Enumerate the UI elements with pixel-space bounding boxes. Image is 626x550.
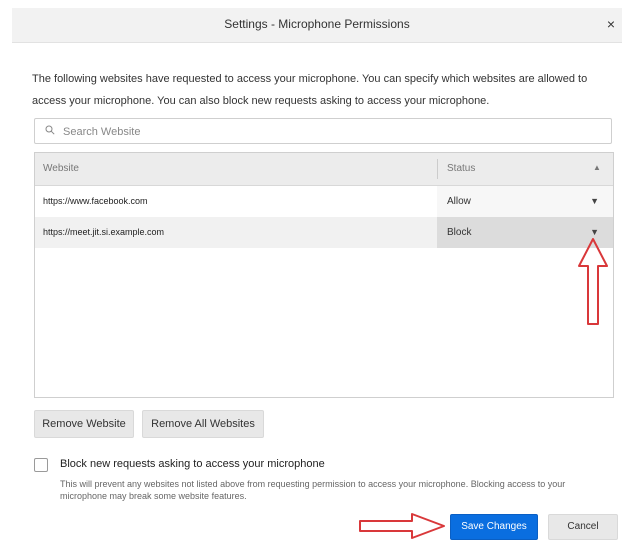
table-header: Website Status ▲ xyxy=(35,153,613,186)
column-header-website: Website xyxy=(43,163,79,174)
remove-website-button[interactable]: Remove Website xyxy=(34,410,134,438)
sort-icon[interactable]: ▲ xyxy=(593,163,601,172)
cancel-button[interactable]: Cancel xyxy=(548,514,618,540)
website-url: https://meet.jit.si.example.com xyxy=(43,227,165,237)
column-header-status: Status xyxy=(447,163,476,174)
column-divider xyxy=(437,159,438,179)
chevron-down-icon[interactable]: ▼ xyxy=(590,196,599,206)
save-changes-button[interactable]: Save Changes xyxy=(450,514,538,540)
block-requests-label: Block new requests asking to access your… xyxy=(60,458,325,470)
status-dropdown[interactable]: Allow ▼ xyxy=(437,186,613,217)
status-value: Allow xyxy=(447,196,471,207)
arrow-right-annotation xyxy=(359,513,445,539)
permissions-dialog: Settings - Microphone Permissions × The … xyxy=(0,0,626,550)
status-dropdown[interactable]: Block ▼ xyxy=(437,217,613,248)
block-requests-description: This will prevent any websites not liste… xyxy=(60,479,566,501)
website-url: https://www.facebook.com xyxy=(43,196,148,206)
search-input[interactable] xyxy=(61,122,605,142)
search-icon xyxy=(45,125,55,135)
table-row[interactable]: https://meet.jit.si.example.com Block ▼ xyxy=(35,217,613,248)
description-text: The following websites have requested to… xyxy=(32,73,588,107)
search-box[interactable] xyxy=(34,118,612,144)
block-requests-checkbox[interactable] xyxy=(34,458,48,472)
table-row[interactable]: https://www.facebook.com Allow ▼ xyxy=(35,186,613,217)
title-bar: Settings - Microphone Permissions × xyxy=(12,8,622,43)
close-icon[interactable]: × xyxy=(602,14,620,34)
website-table: Website Status ▲ https://www.facebook.co… xyxy=(34,152,614,398)
dialog-title: Settings - Microphone Permissions xyxy=(224,17,410,31)
remove-all-websites-button[interactable]: Remove All Websites xyxy=(142,410,264,438)
chevron-down-icon[interactable]: ▼ xyxy=(590,227,599,237)
status-value: Block xyxy=(447,227,472,238)
